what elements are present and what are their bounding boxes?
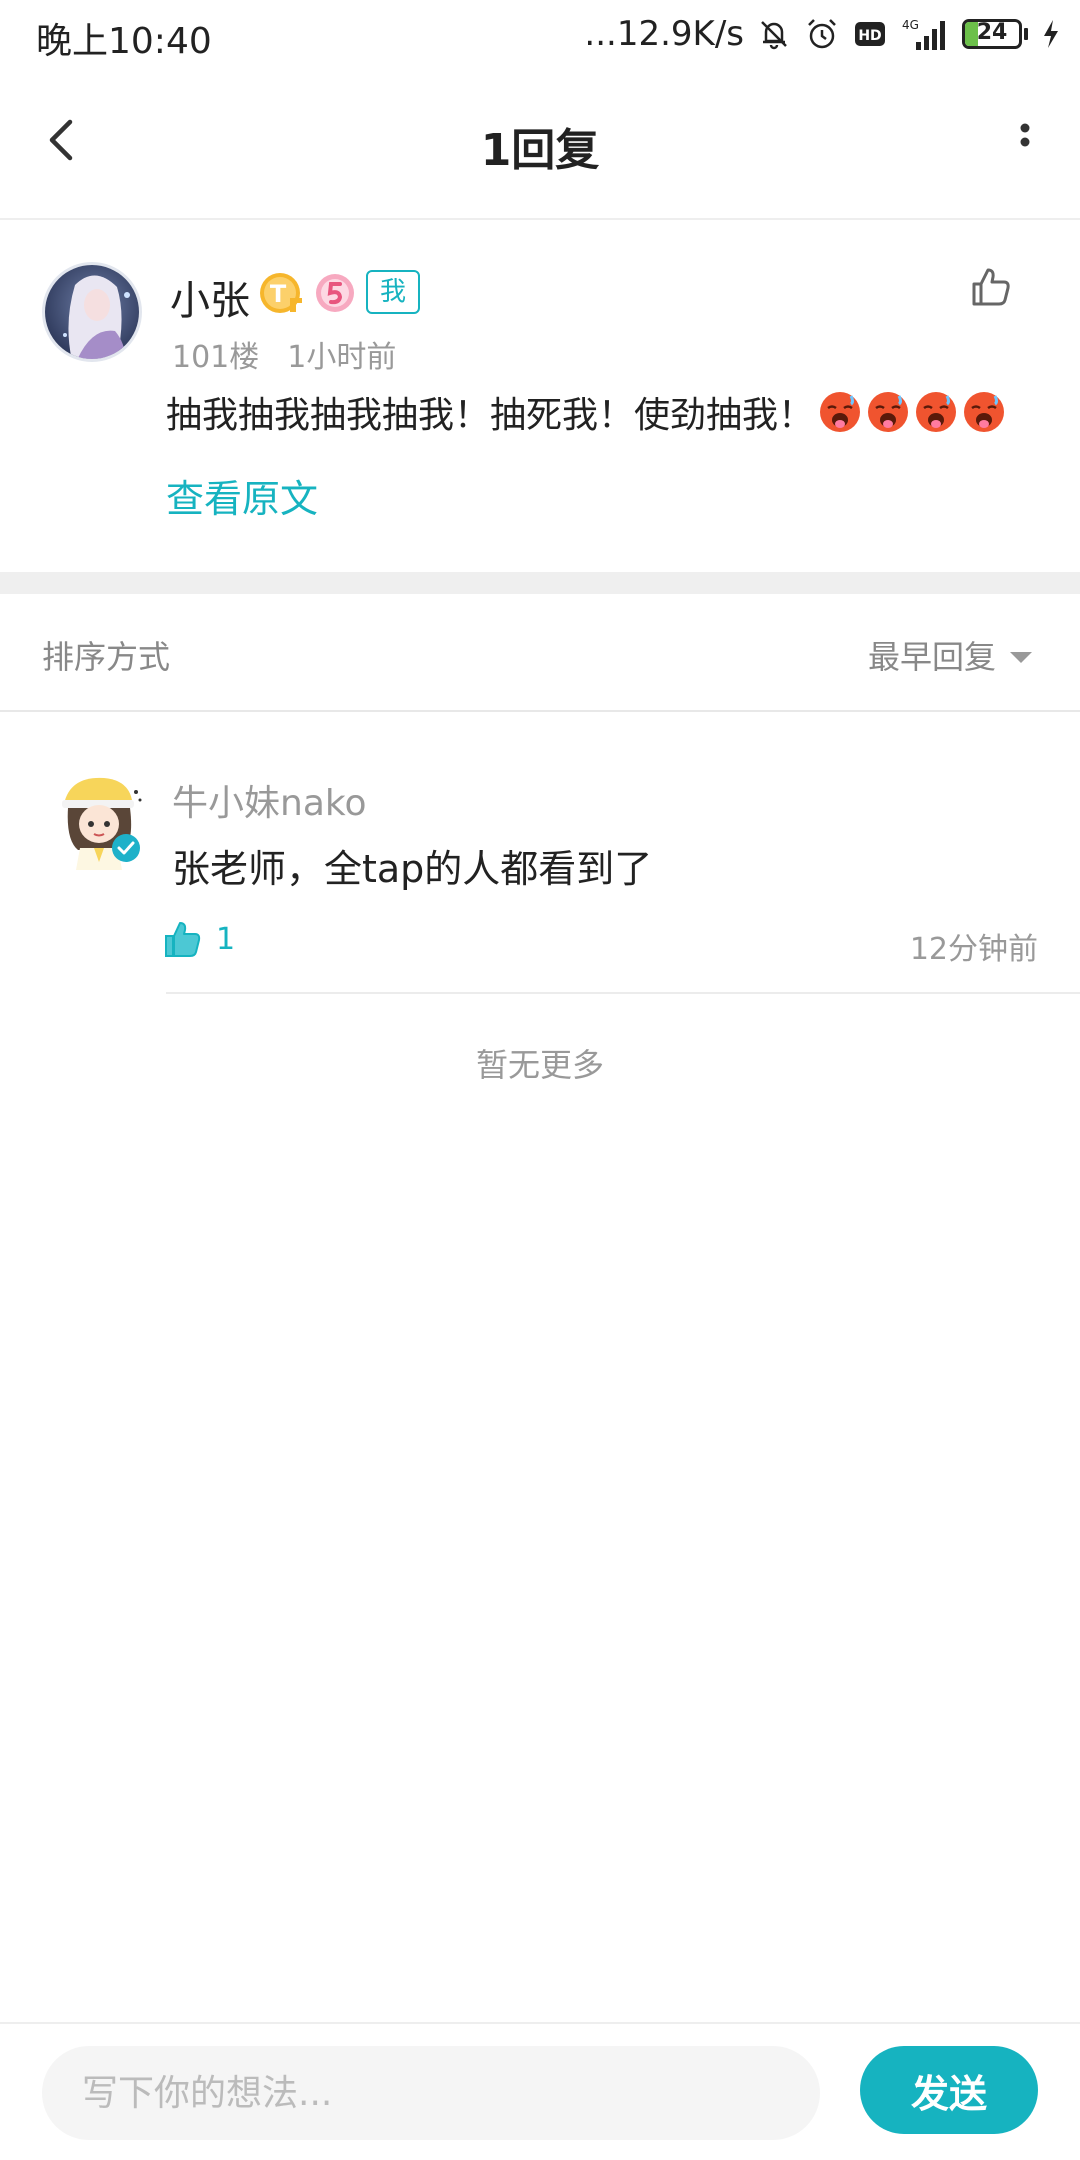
thumbs-up-filled-icon	[165, 922, 201, 957]
hot-face-emoji	[962, 390, 1006, 434]
like-button[interactable]	[966, 262, 1016, 312]
battery-tip	[1024, 28, 1028, 40]
sort-label: 排序方式	[42, 638, 171, 676]
nav-bar: 1回复	[0, 66, 1080, 220]
status-time: 晚上10:40	[36, 21, 212, 62]
reply-text: 张老师，全tap的人都看到了	[172, 847, 653, 891]
author-name[interactable]: 小张	[170, 268, 250, 326]
comment-body: 抽我抽我抽我抽我！抽死我！使劲抽我！	[166, 395, 815, 436]
reply-divider	[166, 992, 1080, 994]
post-meta: 101楼 1小时前	[172, 332, 396, 376]
main-comment: 小张 T 我 101楼 1小时前 抽我抽我抽我抽我！抽死我！使劲抽我！ 查看原文	[0, 222, 1080, 572]
hd-label: HD	[858, 28, 881, 44]
no-more-text: 暂无更多	[475, 1046, 604, 1084]
author-avatar[interactable]	[42, 262, 142, 362]
comment-input[interactable]	[42, 2046, 820, 2140]
reply-author-avatar[interactable]	[54, 770, 146, 870]
reply-time: 12分钟前	[909, 932, 1038, 967]
sort-bar: 排序方式 最早回复	[0, 594, 1080, 712]
self-tag: 我	[366, 270, 421, 314]
more-vertical-icon	[1020, 123, 1030, 147]
hot-face-emoji	[914, 390, 958, 434]
thumbs-up-icon	[972, 268, 1010, 306]
network-type: 4G	[902, 18, 919, 32]
hot-face-emoji	[866, 390, 910, 434]
battery-indicator: 24	[962, 19, 1028, 49]
reply-author-name[interactable]: 牛小妹nako	[172, 774, 366, 826]
t-level-icon: T	[258, 270, 304, 316]
page-title: 1回复	[480, 125, 600, 176]
sort-dropdown[interactable]: 最早回复	[868, 632, 1032, 678]
status-icons: ...12.9K/s HD 4G 24	[584, 12, 1062, 56]
battery-body: 24	[962, 19, 1022, 49]
sort-selected: 最早回复	[867, 638, 996, 676]
svg-text:T: T	[270, 280, 287, 308]
alarm-clock-icon	[804, 16, 840, 52]
signal-icon: 4G	[900, 16, 950, 52]
more-button[interactable]	[1000, 110, 1050, 170]
hot-face-emoji	[818, 390, 862, 434]
status-bar: 晚上10:40 ...12.9K/s HD 4G 24	[0, 0, 1080, 66]
post-time: 1小时前	[287, 340, 397, 375]
floor-number: 101楼	[172, 340, 260, 375]
network-speed: ...12.9K/s	[584, 14, 744, 54]
section-divider	[0, 572, 1080, 594]
battery-level: 24	[976, 20, 1008, 45]
view-original-link[interactable]: 查看原文	[166, 468, 318, 523]
hd-icon: HD	[852, 16, 888, 52]
charging-icon	[1040, 16, 1062, 52]
bell-muted-icon	[756, 16, 792, 52]
send-button[interactable]: 发送	[860, 2046, 1038, 2134]
reply-like-count: 1	[216, 922, 236, 957]
reply-detail-page: 晚上10:40 ...12.9K/s HD 4G 24 1回复 小张 T 我 1…	[0, 0, 1080, 2160]
level-5-icon	[314, 272, 356, 314]
reply-item: 牛小妹nako 张老师，全tap的人都看到了 1 12分钟前	[0, 714, 1080, 994]
reply-like-button[interactable]	[162, 918, 204, 960]
comment-text: 抽我抽我抽我抽我！抽死我！使劲抽我！	[166, 386, 1006, 438]
caret-down-icon	[1010, 651, 1032, 663]
comment-composer: 发送	[0, 2022, 1080, 2160]
